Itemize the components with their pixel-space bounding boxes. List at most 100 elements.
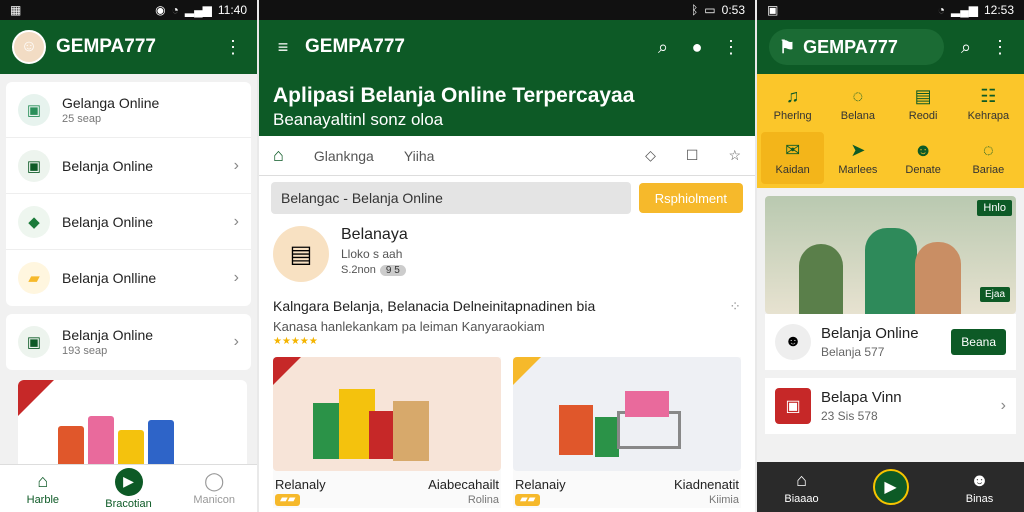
search-input[interactable] — [271, 182, 631, 214]
profile-icon[interactable]: ● — [685, 35, 709, 59]
status-bar: ▦ ◉ ◔ ▂▄▆ 11:40 — [0, 0, 257, 20]
promo-card[interactable] — [18, 380, 247, 476]
expand-icon[interactable]: ⁘ — [729, 298, 741, 315]
product-price: Rolina — [467, 494, 499, 506]
person-avatar[interactable]: ☺ — [12, 30, 46, 64]
tab-bar: ⌂ Glanknga Yiiha ◇ ☐ ☆ — [259, 136, 755, 176]
panel-left: ▦ ◉ ◔ ▂▄▆ 11:40 ☺ GEMPA777 ⋮ ▣ Gelanga O… — [0, 0, 257, 512]
product-image — [513, 357, 741, 471]
signal-icon: ▂▄▆ — [184, 3, 212, 17]
shop-sub: Lloko s aah — [341, 247, 403, 261]
category-label: Bariae — [972, 164, 1005, 176]
wifi-icon: ◔ — [171, 3, 179, 17]
category-item[interactable]: ▤ Reodi — [892, 78, 955, 130]
store-icon: ▣ — [18, 149, 50, 182]
list-item[interactable]: ▣ Belanja Online › — [6, 138, 251, 194]
hero-title: Aplipasi Belanja Online Terpercayaa — [273, 84, 635, 107]
category-label: Kehrapa — [967, 110, 1010, 122]
nav-profile[interactable]: ☻ Binas — [935, 462, 1024, 512]
list-item[interactable]: ◆ Belanja Online › — [6, 194, 251, 250]
shop-logo: ▤ — [273, 226, 329, 282]
store-card[interactable]: ☻ Belanja Online Belanja 577 Beana — [765, 314, 1016, 370]
plane-icon: ➤ — [850, 140, 866, 160]
tab-item[interactable]: Yiiha — [404, 148, 435, 164]
list-item[interactable]: ▣ Gelanga Online 25 seap — [6, 82, 251, 138]
search-button[interactable]: Rsphiolment — [638, 183, 743, 213]
category-item[interactable]: ☷ Kehrapa — [957, 78, 1020, 130]
category-item[interactable]: ✉ Kaidan — [761, 132, 825, 184]
status-time: 12:53 — [983, 3, 1014, 17]
more-icon[interactable]: ⋮ — [719, 35, 743, 59]
chevron-right-icon: › — [233, 156, 239, 174]
more-icon[interactable]: ⋮ — [221, 35, 245, 59]
category-label: Denate — [905, 164, 941, 176]
category-item[interactable]: ◌ Belana — [826, 78, 889, 130]
list-item-title: Belanja Online — [62, 327, 154, 343]
signal-icon: ▂▄▆ — [951, 3, 978, 17]
store-card[interactable]: ▣ Belapa Vinn 23 Sis 578 › — [765, 378, 1016, 434]
product-price: Kiimia — [709, 494, 739, 506]
product-card[interactable]: Relanaly Aiabecahailt ▰▰ Rolina — [273, 357, 501, 508]
search-row: Rsphiolment — [259, 182, 755, 214]
list-group: ▣ Gelanga Online 25 seap ▣ Belanja Online… — [6, 82, 251, 306]
document-icon: ▤ — [914, 86, 932, 106]
category-item[interactable]: ◌ Bariae — [957, 132, 1020, 184]
chevron-right-icon: › — [1000, 397, 1006, 414]
product-cards: Relanaly Aiabecahailt ▰▰ Rolina Relanaiy Ki… — [259, 347, 755, 508]
category-label: Reodi — [908, 110, 938, 122]
store-title: Belapa Vinn — [821, 389, 902, 406]
more-icon[interactable]: ⋮ — [988, 35, 1012, 59]
list-item[interactable]: ▰ Belanja Onlline › — [6, 250, 251, 306]
status-time: 11:40 — [217, 3, 247, 17]
status-bar: ᛒ ▭ 0:53 — [259, 0, 755, 20]
nav-label: Biaaao — [784, 492, 819, 505]
category-label: Belana — [840, 110, 875, 122]
category-item[interactable]: ☻ Denate — [892, 132, 955, 184]
chevron-right-icon: › — [233, 333, 239, 350]
product-card[interactable]: Relanaiy Kiadnenatit ▰▰ Kiimia — [513, 357, 741, 508]
person-figure — [799, 244, 843, 314]
users-icon: ☻ — [775, 324, 811, 360]
search-icon[interactable]: ⌕ — [651, 35, 675, 59]
home-icon[interactable]: ⌂ — [273, 145, 284, 166]
brand-icon: ⚑ — [779, 36, 796, 57]
shop-header[interactable]: ▤ Belanaya Lloko s aah S.2non 9 5 — [259, 214, 755, 290]
nav-profile[interactable]: ◯ Manicon — [171, 465, 257, 512]
profile-icon: ☻ — [970, 469, 989, 490]
image-icon: ▣ — [767, 3, 779, 17]
product-label: Relanaiy — [515, 477, 566, 492]
home-icon: ⌂ — [37, 471, 49, 491]
nav-home[interactable]: ⌂ Harble — [0, 465, 86, 512]
status-bar: ▣ ◔ ▂▄▆ 12:53 — [757, 0, 1024, 20]
promo-banner[interactable]: Hnlo Ejaa — [765, 196, 1016, 314]
person-figure — [915, 242, 961, 314]
star-icon[interactable]: ☆ — [728, 147, 741, 164]
profile-icon: ◯ — [204, 471, 225, 491]
nav-home[interactable]: ⌂ Biaaao — [757, 462, 846, 512]
nav-play[interactable]: ▶ — [846, 462, 935, 512]
nav-label: Manicon — [193, 494, 235, 506]
list-item[interactable]: ▣ Belanja Online 193 seap › — [6, 314, 251, 370]
banner-badge: Ejaa — [979, 287, 1010, 302]
users-icon: ☻ — [913, 140, 933, 160]
nav-play[interactable]: ▶ Bracotian — [86, 465, 172, 512]
category-item[interactable]: ➤ Marlees — [826, 132, 889, 184]
bookmark-icon[interactable]: ☐ — [686, 147, 699, 164]
store-button[interactable]: Beana — [951, 329, 1006, 355]
battery-icon: ▭ — [704, 3, 716, 17]
menu-icon[interactable]: ≡ — [271, 35, 295, 59]
app-title: GEMPA777 — [56, 36, 156, 57]
category-item[interactable]: ♫ Pherlng — [761, 78, 824, 130]
location-icon[interactable]: ◇ — [645, 147, 656, 164]
nav-label: Harble — [26, 494, 60, 506]
panel-right: ▣ ◔ ▂▄▆ 12:53 ⚑ GEMPA777 ⌕ ⋮ ♫ Pherlng ◌ B… — [757, 0, 1024, 512]
tab-item[interactable]: Glanknga — [314, 148, 374, 164]
search-icon[interactable]: ⌕ — [954, 35, 978, 59]
play-icon: ▶ — [114, 467, 143, 496]
bluetooth-icon: ᛒ — [691, 3, 699, 17]
price-tag: ▰▰ — [515, 494, 541, 506]
category-grid: ♫ Pherlng ◌ Belana ▤ Reodi ☷ Kehrapa ✉ Kaidan… — [757, 74, 1024, 188]
store-icon: ▣ — [18, 93, 50, 126]
brand-pill[interactable]: ⚑ GEMPA777 — [769, 29, 944, 65]
hero-banner: Aplipasi Belanja Online Terpercayaa Bean… — [259, 74, 755, 136]
